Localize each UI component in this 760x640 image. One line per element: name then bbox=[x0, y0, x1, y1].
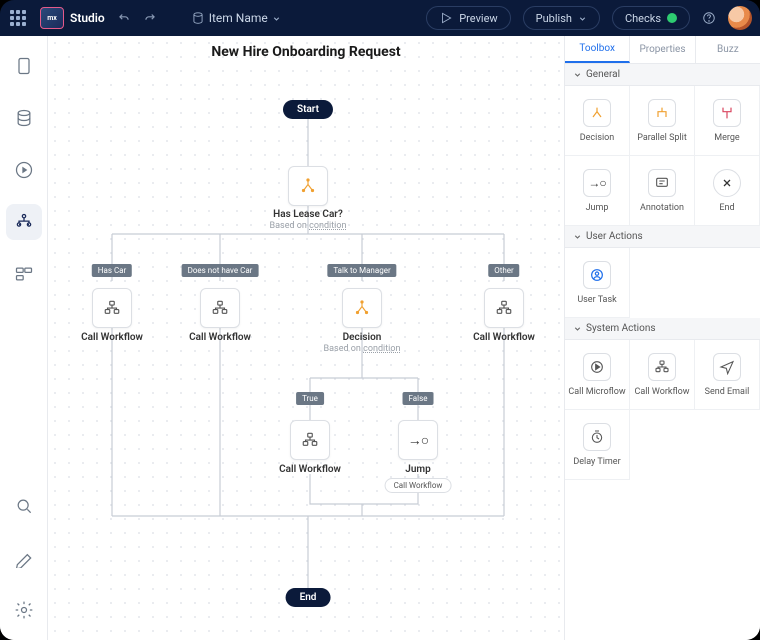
right-panel: Toolbox Properties Buzz General Decision… bbox=[564, 36, 760, 640]
tool-annotation[interactable]: Annotation bbox=[630, 156, 695, 226]
checks-status-dot bbox=[667, 13, 677, 23]
tool-delay-timer[interactable]: Delay Timer bbox=[565, 410, 630, 480]
nav-pages[interactable] bbox=[6, 48, 42, 84]
call-workflow-node-1[interactable] bbox=[92, 288, 132, 328]
item-selector[interactable]: Item Name bbox=[191, 11, 281, 25]
jump-target-badge[interactable]: Call Workflow bbox=[385, 478, 452, 493]
tool-call-workflow[interactable]: Call Workflow bbox=[630, 340, 695, 410]
jump-label: Jump bbox=[358, 464, 478, 475]
section-system-actions[interactable]: System Actions bbox=[565, 318, 760, 340]
branch-talk-manager[interactable]: Talk to Manager bbox=[327, 264, 396, 277]
call-workflow-label-4: Call Workflow bbox=[250, 464, 370, 475]
chevron-down-icon bbox=[578, 14, 587, 23]
nav-workflows[interactable] bbox=[6, 204, 42, 240]
undo-button[interactable] bbox=[117, 11, 131, 25]
tool-call-microflow[interactable]: Call Microflow bbox=[565, 340, 630, 410]
chevron-down-icon bbox=[272, 14, 281, 23]
section-general[interactable]: General bbox=[565, 64, 760, 86]
left-navigation-rail bbox=[0, 36, 48, 640]
tool-decision[interactable]: Decision bbox=[565, 86, 630, 156]
chevron-down-icon bbox=[573, 232, 582, 241]
publish-label: Publish bbox=[536, 12, 572, 25]
chevron-down-icon bbox=[573, 324, 582, 333]
decision-2-label: Decision bbox=[302, 332, 422, 343]
nav-microflows[interactable] bbox=[6, 152, 42, 188]
studio-label: Studio bbox=[70, 11, 105, 25]
nav-settings[interactable] bbox=[6, 592, 42, 628]
branch-false[interactable]: False bbox=[403, 392, 434, 405]
decision-node-lease[interactable] bbox=[288, 166, 328, 206]
item-name-label: Item Name bbox=[209, 11, 268, 25]
nav-domain-model[interactable] bbox=[6, 100, 42, 136]
preview-label: Preview bbox=[459, 12, 497, 25]
decision-2-sublabel: Based on condition bbox=[292, 344, 432, 354]
preview-button[interactable]: Preview bbox=[426, 6, 510, 30]
user-avatar[interactable] bbox=[728, 6, 752, 30]
decision-lease-label: Has Lease Car? bbox=[248, 209, 368, 220]
call-workflow-label-3: Call Workflow bbox=[444, 332, 564, 343]
call-workflow-node-2[interactable] bbox=[200, 288, 240, 328]
chevron-down-icon bbox=[573, 70, 582, 79]
tool-end[interactable]: End bbox=[695, 156, 760, 226]
publish-button[interactable]: Publish bbox=[523, 6, 600, 30]
nav-search[interactable] bbox=[6, 488, 42, 524]
nav-theme[interactable] bbox=[6, 540, 42, 576]
app-switcher-icon[interactable] bbox=[8, 8, 28, 28]
branch-true[interactable]: True bbox=[296, 392, 324, 405]
mendix-logo: mx bbox=[40, 7, 64, 29]
section-user-actions[interactable]: User Actions bbox=[565, 226, 760, 248]
branch-has-car[interactable]: Has Car bbox=[92, 264, 132, 277]
tab-properties[interactable]: Properties bbox=[630, 36, 695, 63]
section-general-label: General bbox=[586, 69, 620, 80]
end-node[interactable]: End bbox=[286, 588, 331, 607]
workflow-title: New Hire Onboarding Request bbox=[211, 44, 400, 60]
checks-label: Checks bbox=[625, 12, 661, 25]
nav-navigation[interactable] bbox=[6, 256, 42, 292]
branch-no-car[interactable]: Does not have Car bbox=[182, 264, 259, 277]
decision-node-2[interactable] bbox=[342, 288, 382, 328]
jump-icon: →○ bbox=[408, 432, 428, 449]
branch-other[interactable]: Other bbox=[488, 264, 519, 277]
redo-button[interactable] bbox=[143, 11, 157, 25]
tool-user-task[interactable]: User Task bbox=[565, 248, 630, 318]
call-workflow-node-3[interactable] bbox=[484, 288, 524, 328]
call-workflow-label-2: Call Workflow bbox=[160, 332, 280, 343]
tool-merge[interactable]: Merge bbox=[695, 86, 760, 156]
section-system-actions-label: System Actions bbox=[586, 323, 656, 334]
start-node[interactable]: Start bbox=[283, 100, 333, 119]
play-icon bbox=[439, 11, 453, 25]
tab-buzz[interactable]: Buzz bbox=[696, 36, 760, 63]
section-user-actions-label: User Actions bbox=[586, 231, 643, 242]
tool-parallel-split[interactable]: Parallel Split bbox=[630, 86, 695, 156]
tool-send-email[interactable]: Send Email bbox=[695, 340, 760, 410]
call-workflow-node-4[interactable] bbox=[290, 420, 330, 460]
tab-toolbox[interactable]: Toolbox bbox=[565, 36, 630, 63]
decision-lease-sublabel: Based on condition bbox=[238, 221, 378, 231]
tool-jump[interactable]: →○ Jump bbox=[565, 156, 630, 226]
call-workflow-label-1: Call Workflow bbox=[52, 332, 172, 343]
checks-button[interactable]: Checks bbox=[612, 6, 690, 30]
jump-node[interactable]: →○ bbox=[398, 420, 438, 460]
workflow-canvas[interactable]: New Hire Onboarding Request Start Has Le… bbox=[48, 36, 564, 640]
help-button[interactable] bbox=[702, 11, 716, 25]
